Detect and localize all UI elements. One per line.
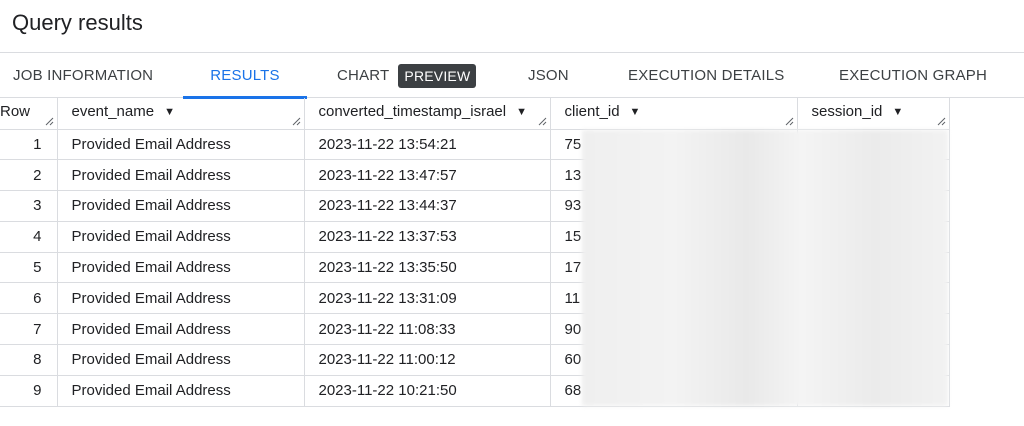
tab-label: CHART <box>337 67 390 84</box>
row-number: 3 <box>0 190 58 222</box>
caret-down-icon[interactable]: ▼ <box>164 106 175 118</box>
column-header-client-id[interactable]: client_id ▼ <box>550 98 798 130</box>
tab-label: JSON <box>528 67 569 84</box>
row-number: 4 <box>0 221 58 253</box>
row-number: 6 <box>0 282 58 315</box>
cell-timestamp: 2023-11-22 10:21:50 <box>304 375 551 407</box>
cell-timestamp: 2023-11-22 13:47:57 <box>304 159 551 192</box>
cell-event-name: Provided Email Address <box>57 190 305 222</box>
caret-down-icon[interactable]: ▼ <box>892 106 903 118</box>
row-number: 9 <box>0 375 58 407</box>
tab-label: EXECUTION GRAPH <box>839 67 988 84</box>
cell-timestamp: 2023-11-22 11:00:12 <box>304 344 551 376</box>
cell-event-name: Provided Email Address <box>57 252 305 284</box>
caret-down-icon[interactable]: ▼ <box>516 106 527 118</box>
cell-event-name: Provided Email Address <box>57 375 305 407</box>
cell-event-name: Provided Email Address <box>57 129 305 161</box>
resize-grip-icon[interactable] <box>45 117 54 126</box>
cell-event-name: Provided Email Address <box>57 282 305 315</box>
tab-label: EXECUTION DETAILS <box>628 67 785 84</box>
tab-job-information[interactable]: JOB INFORMATION <box>13 53 153 98</box>
query-results-panel: Query results JOB INFORMATION RESULTS CH… <box>0 0 1024 426</box>
tab-execution-details[interactable]: EXECUTION DETAILS <box>628 53 784 98</box>
row-number: 8 <box>0 344 58 376</box>
tab-label: RESULTS <box>210 67 280 84</box>
tab-results[interactable]: RESULTS <box>183 53 307 99</box>
caret-down-icon[interactable]: ▼ <box>630 106 641 118</box>
cell-event-name: Provided Email Address <box>57 313 305 346</box>
cell-timestamp: 2023-11-22 13:44:37 <box>304 190 551 222</box>
cell-event-name: Provided Email Address <box>57 221 305 253</box>
resize-grip-icon[interactable] <box>785 117 794 126</box>
tab-json[interactable]: JSON <box>528 53 569 98</box>
preview-badge: PREVIEW <box>398 63 477 88</box>
column-header-event-name[interactable]: event_name ▼ <box>57 98 305 130</box>
cell-timestamp: 2023-11-22 13:54:21 <box>304 129 551 161</box>
redacted-blur-overlay <box>582 130 948 406</box>
tab-chart[interactable]: CHART PREVIEW <box>337 53 477 98</box>
column-header-label: client_id <box>564 102 620 120</box>
tab-label: JOB INFORMATION <box>13 67 154 84</box>
cell-event-name: Provided Email Address <box>57 159 305 192</box>
column-header-row: Row <box>0 98 58 130</box>
cell-event-name: Provided Email Address <box>57 344 305 376</box>
column-header-label: Row <box>0 102 31 120</box>
row-number: 5 <box>0 252 58 284</box>
row-number: 7 <box>0 313 58 346</box>
cell-timestamp: 2023-11-22 13:37:53 <box>304 221 551 253</box>
column-header-timestamp[interactable]: converted_timestamp_israel ▼ <box>304 98 551 130</box>
row-number: 2 <box>0 159 58 192</box>
resize-grip-icon[interactable] <box>937 117 946 126</box>
table-header-row: Row event_name ▼ converted_timestamp_isra… <box>0 98 950 130</box>
column-header-label: session_id <box>811 102 883 120</box>
row-number: 1 <box>0 129 58 161</box>
column-header-label: converted_timestamp_israel <box>318 102 507 120</box>
column-header-label: event_name <box>71 102 155 120</box>
resize-grip-icon[interactable] <box>538 117 547 126</box>
results-tabs: JOB INFORMATION RESULTS CHART PREVIEW JS… <box>0 52 1024 99</box>
column-header-session-id[interactable]: session_id ▼ <box>797 98 950 130</box>
resize-grip-icon[interactable] <box>292 117 301 126</box>
tab-execution-graph[interactable]: EXECUTION GRAPH <box>839 53 987 98</box>
cell-timestamp: 2023-11-22 13:35:50 <box>304 252 551 284</box>
cell-timestamp: 2023-11-22 11:08:33 <box>304 313 551 346</box>
cell-timestamp: 2023-11-22 13:31:09 <box>304 282 551 315</box>
page-title: Query results <box>12 10 143 35</box>
